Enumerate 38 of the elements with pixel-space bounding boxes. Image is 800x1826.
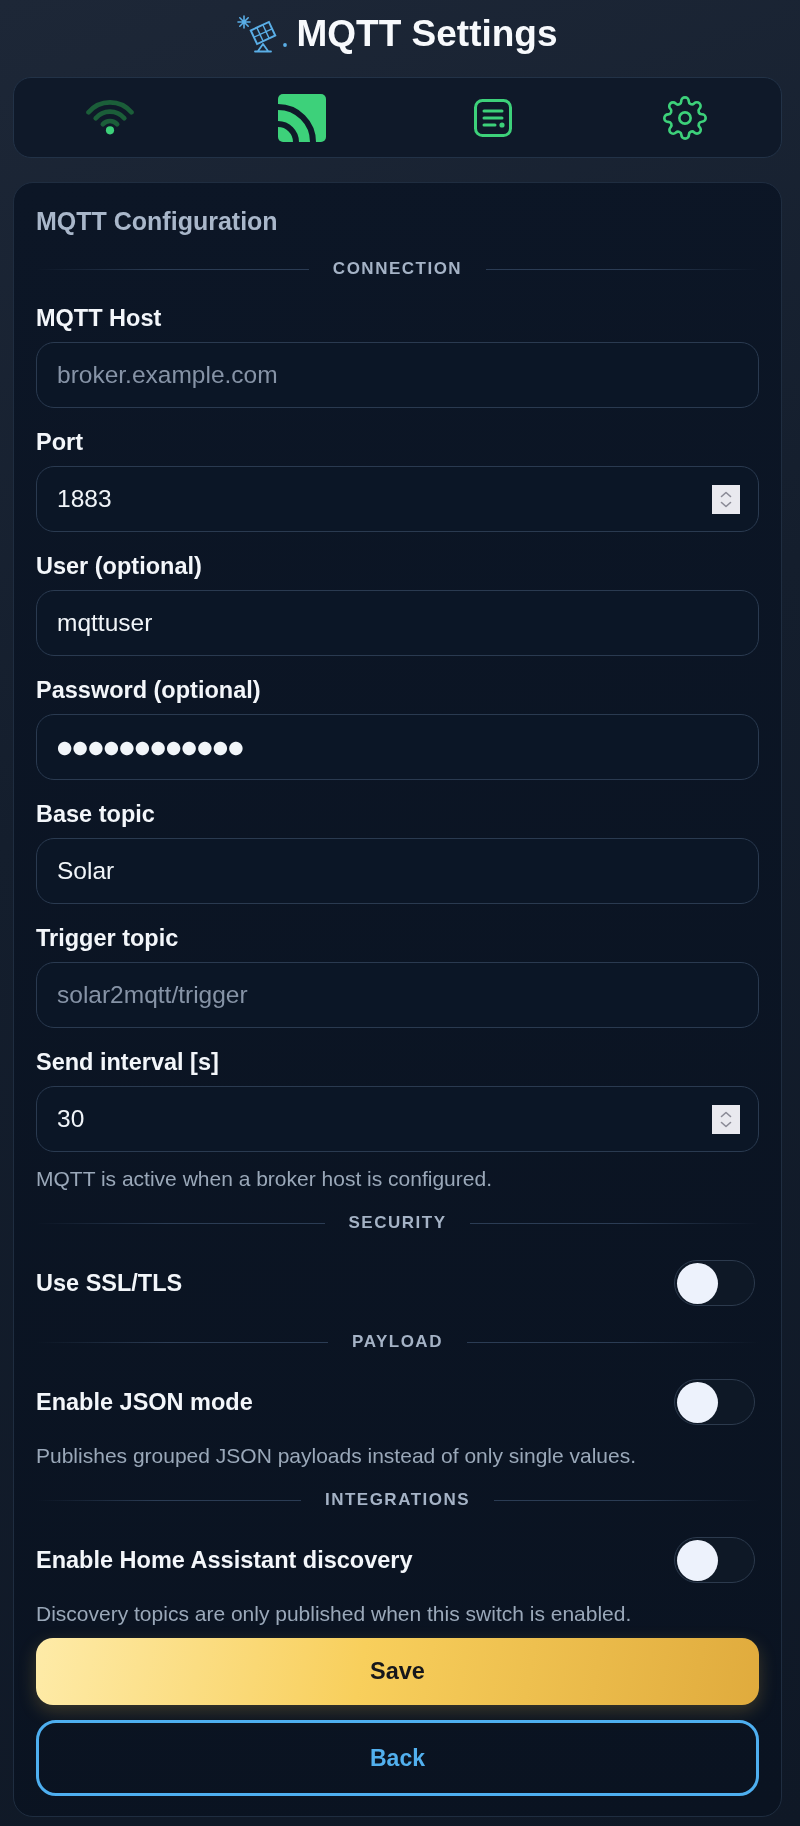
section-heading: CONNECTION: [332, 259, 463, 279]
rss-icon[interactable]: [277, 93, 326, 142]
page-title: MQTT Settings: [296, 12, 558, 55]
input-field[interactable]: solar2mqtt/trigger: [36, 962, 759, 1028]
field-label: Password (optional): [36, 676, 262, 704]
switch-label: Use SSL/TLS: [36, 1269, 183, 1297]
password-field[interactable]: ●●●●●●●●●●●●: [36, 714, 759, 780]
notes-icon[interactable]: [474, 98, 513, 137]
input-field[interactable]: mqttuser: [36, 590, 759, 656]
help-text: Publishes grouped JSON payloads instead of only single values.: [36, 1443, 638, 1468]
spinner-icon[interactable]: [712, 1104, 740, 1134]
field-label: Trigger topic: [36, 924, 180, 952]
solar-panel-icon: [237, 14, 290, 53]
input-field[interactable]: broker.example.com: [36, 342, 759, 408]
section-heading: SECURITY: [348, 1213, 447, 1233]
switch-label: Enable JSON mode: [36, 1388, 253, 1416]
input-field[interactable]: Solar: [36, 838, 759, 904]
help-text: Discovery topics are only published when this switch is enabled.: [36, 1601, 633, 1626]
switch-label: Enable Home Assistant discovery: [36, 1546, 413, 1574]
card-title: MQTT Configuration: [36, 207, 279, 236]
toggle-switch[interactable]: [674, 1537, 755, 1583]
field-label: MQTT Host: [36, 304, 163, 332]
wifi-icon[interactable]: [85, 100, 134, 135]
toggle-switch[interactable]: [674, 1260, 755, 1306]
back-button[interactable]: Back: [36, 1720, 759, 1796]
field-label: Base topic: [36, 800, 156, 828]
settings-icon[interactable]: [663, 95, 708, 140]
spinner-icon[interactable]: [712, 484, 740, 514]
field-label: Send interval [s]: [36, 1048, 220, 1076]
save-button[interactable]: Save: [36, 1638, 759, 1705]
field-label: User (optional): [36, 552, 203, 580]
number-field[interactable]: 1883: [36, 466, 759, 532]
field-label: Port: [36, 428, 84, 456]
number-field[interactable]: 30: [36, 1086, 759, 1152]
section-heading: PAYLOAD: [352, 1332, 443, 1352]
toggle-switch[interactable]: [674, 1379, 755, 1425]
section-heading: INTEGRATIONS: [324, 1490, 471, 1510]
help-text: MQTT is active when a broker host is configured.: [36, 1166, 493, 1191]
